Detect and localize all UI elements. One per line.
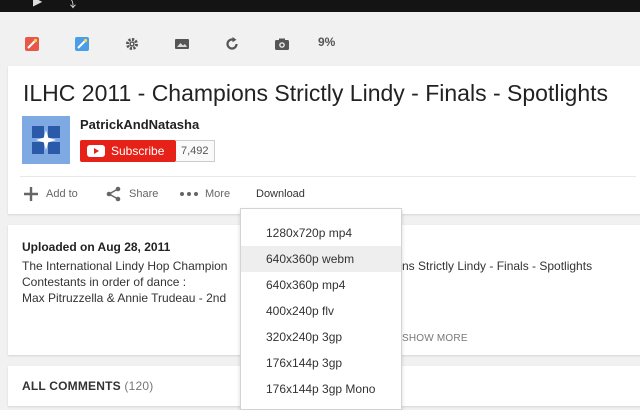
youtube-logo-icon: [87, 145, 105, 157]
upload-date: Uploaded on Aug 28, 2011: [22, 240, 171, 254]
plus-icon: [22, 185, 40, 203]
share-label: Share: [129, 188, 159, 200]
menu-item-320x240-3gp[interactable]: 320x240p 3gp: [241, 324, 401, 350]
show-more-button[interactable]: SHOW MORE: [402, 333, 468, 344]
refresh-icon[interactable]: [224, 36, 240, 52]
menu-item-176x144-3gp[interactable]: 176x144p 3gp: [241, 350, 401, 376]
comments-count: (120): [124, 379, 154, 393]
add-to-button[interactable]: Add to: [22, 185, 78, 203]
menu-item-640x360-webm[interactable]: 640x360p webm: [241, 246, 401, 272]
download-format-menu: 1280x720p mp4 640x360p webm 640x360p mp4…: [240, 208, 402, 410]
menu-item-640x360-mp4[interactable]: 640x360p mp4: [241, 272, 401, 298]
comments-label: ALL COMMENTS: [22, 379, 121, 393]
share-button[interactable]: Share: [105, 185, 158, 203]
video-info-card: ILHC 2011 - Champions Strictly Lindy - F…: [8, 66, 640, 214]
blue-wand-icon[interactable]: [74, 36, 90, 52]
gear-icon[interactable]: [124, 36, 140, 52]
subscribe-label: Subscribe: [111, 144, 165, 158]
progress-percent: 9%: [318, 35, 336, 49]
image-icon[interactable]: [174, 36, 190, 52]
subscribe-button[interactable]: Subscribe: [80, 140, 176, 162]
menu-item-176x144-3gp-mono[interactable]: 176x144p 3gp Mono: [241, 376, 401, 402]
next-icon[interactable]: ⤵: [64, 0, 76, 11]
download-label: Download: [256, 188, 305, 200]
channel-name[interactable]: PatrickAndNatasha: [80, 117, 199, 132]
video-title: ILHC 2011 - Champions Strictly Lindy - F…: [23, 80, 609, 106]
channel-avatar[interactable]: [22, 116, 70, 164]
extension-toolbar: 9%: [0, 24, 640, 62]
subscriber-count: 7,492: [176, 140, 215, 162]
description-line-2: Contestants in order of dance :: [22, 275, 187, 289]
divider: [20, 176, 636, 177]
description-line-3: Max Pitruzzella & Annie Trudeau - 2nd: [22, 291, 227, 305]
share-icon: [105, 185, 123, 203]
comments-header: ALL COMMENTS (120): [22, 379, 153, 393]
video-player-controls: ▶ ⤵: [0, 0, 640, 12]
description-line-1-right: ns Strictly Lindy - Finals - Spotlights: [402, 259, 593, 273]
menu-item-1280x720-mp4[interactable]: 1280x720p mp4: [241, 220, 401, 246]
camera-icon[interactable]: [274, 36, 290, 52]
add-to-label: Add to: [46, 188, 78, 200]
menu-item-400x240-flv[interactable]: 400x240p flv: [241, 298, 401, 324]
play-icon[interactable]: ▶: [33, 0, 42, 8]
red-wand-icon[interactable]: [24, 36, 40, 52]
more-dots-icon: [179, 191, 199, 197]
more-button[interactable]: More: [179, 185, 230, 203]
download-button[interactable]: Download: [256, 185, 305, 203]
description-line-1-left: The International Lindy Hop Champion: [22, 259, 228, 273]
more-label: More: [205, 188, 231, 200]
